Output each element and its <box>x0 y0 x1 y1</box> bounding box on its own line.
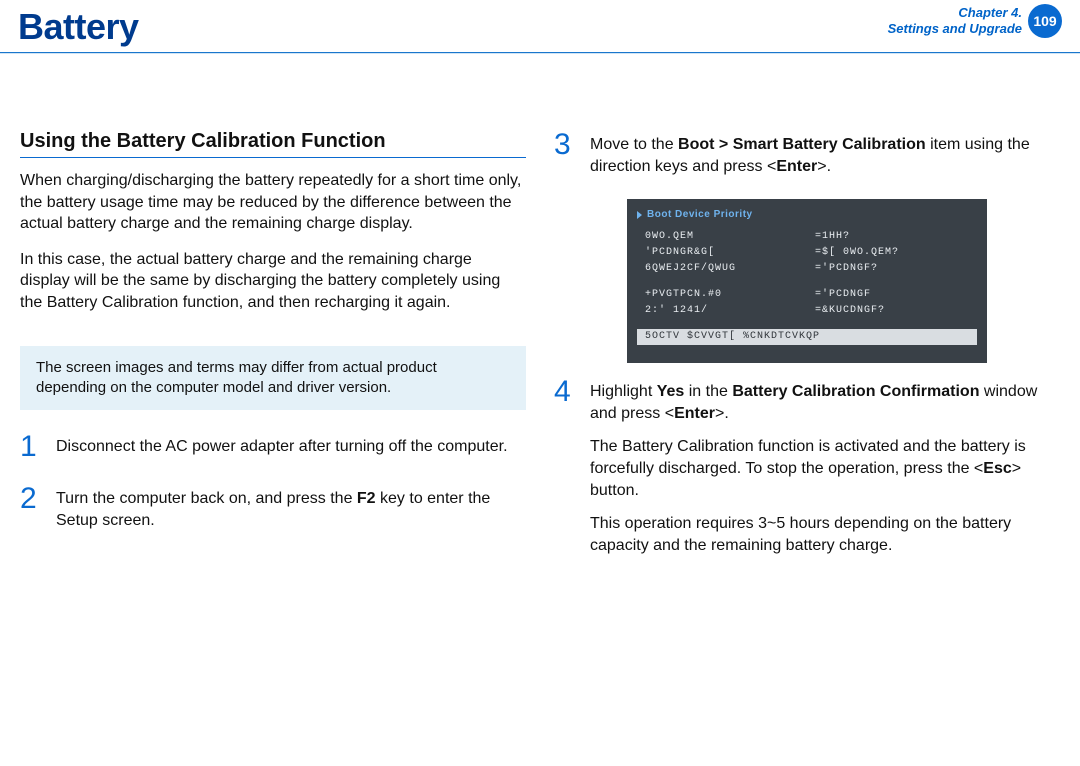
chapter-line-1: Chapter 4. <box>888 5 1022 21</box>
bios-row: 2:' 1241/=&KUCDNGF? <box>637 303 977 319</box>
step-4: 4 Highlight Yes in the Battery Calibrati… <box>554 377 1060 556</box>
step-2: 2 Turn the computer back on, and press t… <box>20 484 526 531</box>
s4-l1-prefix: Highlight <box>590 383 657 400</box>
step-text: Disconnect the AC power adapter after tu… <box>56 432 508 458</box>
key-enter: Enter <box>674 405 715 422</box>
step-number: 1 <box>20 432 42 462</box>
bios-spacer <box>637 277 977 287</box>
step-3: 3 Move to the Boot > Smart Battery Calib… <box>554 130 1060 177</box>
dialog-name: Battery Calibration Confirmation <box>732 383 979 400</box>
step-1: 1 Disconnect the AC power adapter after … <box>20 432 526 462</box>
section-heading: Using the Battery Calibration Function <box>20 130 526 153</box>
s4-l1-end: >. <box>715 405 729 422</box>
bios-row: 6QWEJ2CF/QWUG='PCDNGF? <box>637 261 977 277</box>
bios-row: +PVGTPCN.#0='PCDNGF <box>637 287 977 303</box>
s4-l3: This operation requires 3~5 hours depend… <box>590 513 1060 556</box>
triangle-icon <box>637 211 642 219</box>
intro-para-2: In this case, the actual battery charge … <box>20 249 526 314</box>
step-number: 3 <box>554 130 576 160</box>
bios-screenshot: Boot Device Priority 0WO.QEM=1HH? 'PCDNG… <box>627 199 987 363</box>
note-box: The screen images and terms may differ f… <box>20 346 526 411</box>
bios-title: Boot Device Priority <box>647 207 753 223</box>
page-header: Battery Chapter 4. Settings and Upgrade … <box>0 0 1080 50</box>
step-number: 4 <box>554 377 576 407</box>
right-column: 3 Move to the Boot > Smart Battery Calib… <box>554 130 1060 578</box>
page-number-badge: 109 <box>1028 4 1062 38</box>
key-enter: Enter <box>776 158 817 175</box>
s3-prefix: Move to the <box>590 136 678 153</box>
section-underline <box>20 157 526 158</box>
step-number: 2 <box>20 484 42 514</box>
s4-l1-mid: in the <box>684 383 732 400</box>
key-f2: F2 <box>357 490 376 507</box>
bios-highlight-row: 5OCTV $CVVGT[ %CNKDTCVKQP <box>637 329 977 345</box>
menu-path: Boot > Smart Battery Calibration <box>678 136 926 153</box>
s3-suffix: >. <box>817 158 831 175</box>
bios-row: 0WO.QEM=1HH? <box>637 229 977 245</box>
intro-para-1: When charging/discharging the battery re… <box>20 170 526 235</box>
text-prefix: Turn the computer back on, and press the <box>56 490 357 507</box>
bios-row: 'PCDNGR&G[=$[ 0WO.QEM? <box>637 245 977 261</box>
chapter-label: Chapter 4. Settings and Upgrade <box>888 5 1022 38</box>
chapter-line-2: Settings and Upgrade <box>888 21 1022 37</box>
header-right: Chapter 4. Settings and Upgrade 109 <box>888 4 1062 38</box>
yes-label: Yes <box>657 383 685 400</box>
step-text: Move to the Boot > Smart Battery Calibra… <box>590 130 1060 177</box>
s4-l2-prefix: The Battery Calibration function is acti… <box>590 438 1026 477</box>
step-text: Turn the computer back on, and press the… <box>56 484 526 531</box>
step-text: Highlight Yes in the Battery Calibration… <box>590 377 1060 556</box>
page-title: Battery <box>18 6 139 48</box>
left-column: Using the Battery Calibration Function W… <box>20 130 526 578</box>
bios-title-row: Boot Device Priority <box>637 207 977 223</box>
key-esc: Esc <box>983 460 1011 477</box>
header-rule <box>0 52 1080 54</box>
